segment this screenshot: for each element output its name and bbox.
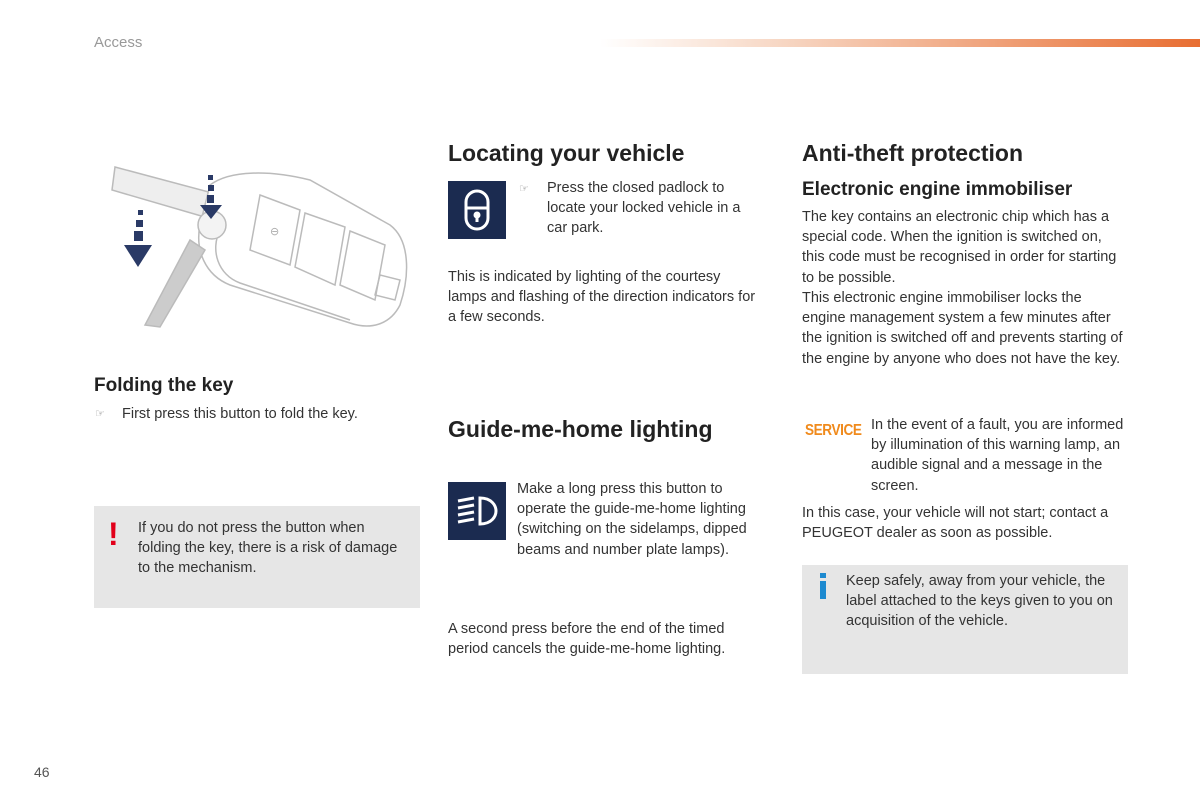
warning-note: ! If you do not press the button when fo… <box>94 506 420 608</box>
locating-instruction: Press the closed padlock to locate your … <box>547 180 741 237</box>
case-text: In this case, your vehicle will not star… <box>802 505 1109 542</box>
guide-instruction: Make a long press this button to operate… <box>517 481 747 558</box>
locating-title: Locating your vehicle <box>448 140 685 166</box>
fault-text: In the event of a fault, you are informe… <box>871 417 1124 494</box>
immobiliser-subtitle: Electronic engine immobiliser <box>802 179 1073 200</box>
svg-text:⊖: ⊖ <box>270 225 279 238</box>
pointing-hand-icon: ☞ <box>519 183 529 195</box>
immobiliser-body-1: The key contains an electronic chip whic… <box>802 209 1117 286</box>
section-header: Access <box>94 34 143 51</box>
folding-key-illustration: ⊖ <box>111 166 408 328</box>
service-warning-lamp-icon: SERVICE <box>805 422 862 439</box>
folding-instruction: First press this button to fold the key. <box>122 406 358 422</box>
locating-body: This is indicated by lighting of the cou… <box>448 269 756 326</box>
info-note: Keep safely, away from your vehicle, the… <box>802 565 1128 674</box>
info-text: Keep safely, away from your vehicle, the… <box>846 573 1113 630</box>
immobiliser-body-2: This electronic engine immobiliser locks… <box>802 290 1123 367</box>
pointing-hand-icon: ☞ <box>95 408 105 420</box>
warning-exclamation-icon: ! <box>108 516 119 552</box>
headlamp-button-icon <box>448 482 506 540</box>
folding-title: Folding the key <box>94 375 234 396</box>
padlock-button-icon <box>448 181 506 239</box>
header-accent-bar <box>600 39 1200 47</box>
antitheft-title: Anti-theft protection <box>802 140 1024 166</box>
page-number: 46 <box>34 764 50 780</box>
guide-title: Guide-me-home lighting <box>448 416 713 442</box>
info-icon <box>820 573 826 599</box>
guide-body: A second press before the end of the tim… <box>448 621 726 658</box>
warning-text: If you do not press the button when fold… <box>138 520 398 577</box>
